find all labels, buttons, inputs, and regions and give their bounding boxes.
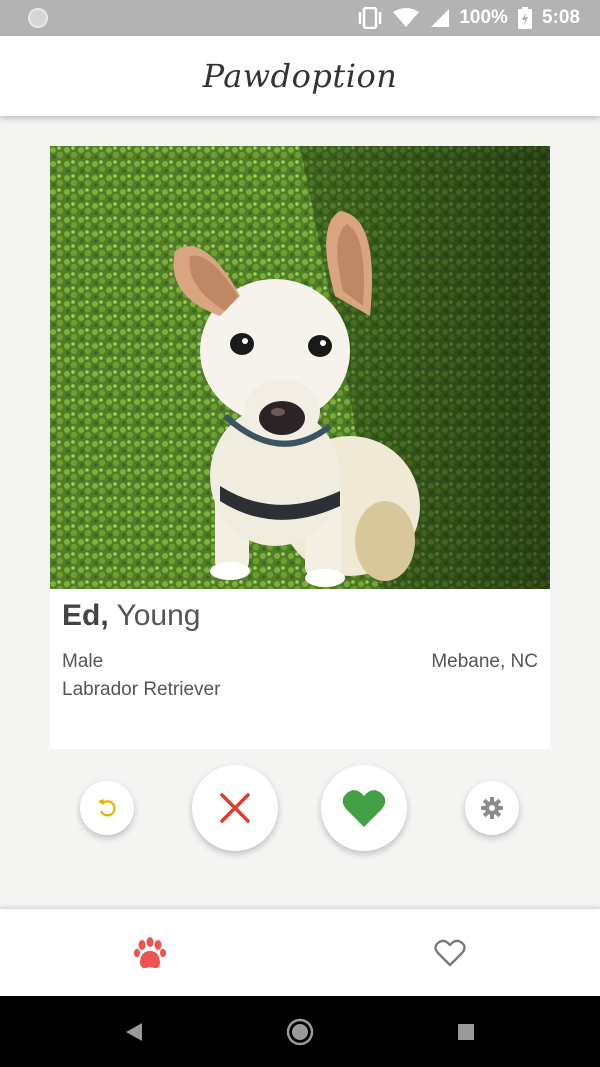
pet-gender: Male [62, 651, 104, 672]
notification-dot-icon [28, 8, 48, 28]
signal-icon [431, 9, 450, 27]
vibrate-icon [359, 7, 382, 29]
system-back-button[interactable] [94, 996, 174, 1067]
close-icon [220, 793, 250, 823]
main-content: Ed, Young Male Mebane, NC Labrador Retri… [0, 116, 600, 908]
nav-item-browse[interactable] [0, 909, 300, 997]
back-triangle-icon [126, 1022, 142, 1041]
like-button[interactable] [321, 765, 407, 851]
status-time: 5:08 [541, 7, 580, 28]
status-right: 100% 5:08 [357, 7, 580, 29]
battery-percent: 100% [459, 7, 508, 28]
system-recents-button[interactable] [426, 996, 506, 1067]
app-header: Pawdoption [0, 36, 600, 116]
pet-card[interactable]: Ed, Young Male Mebane, NC Labrador Retri… [50, 146, 550, 749]
paw-icon [134, 937, 166, 969]
status-bar: 100% 5:08 [0, 0, 600, 36]
nav-item-favorites[interactable] [300, 909, 600, 997]
pet-location: Mebane, NC [431, 651, 538, 672]
undo-button[interactable] [80, 781, 134, 835]
pet-photo [50, 146, 550, 589]
home-circle-icon [286, 1018, 314, 1045]
recents-square-icon [458, 1023, 474, 1040]
pet-info: Ed, Young Male Mebane, NC Labrador Retri… [62, 599, 538, 701]
system-home-button[interactable] [260, 996, 340, 1067]
gear-icon [481, 797, 503, 819]
heart-icon [342, 790, 386, 827]
pet-name: Ed, [62, 599, 109, 632]
battery-charging-icon [517, 7, 532, 29]
pet-age: Young [116, 599, 201, 632]
bottom-nav [0, 908, 600, 996]
system-nav-bar [0, 996, 600, 1067]
settings-button[interactable] [465, 781, 519, 835]
pet-detail-row: Male Mebane, NC [62, 651, 538, 673]
heart-outline-icon [434, 939, 466, 967]
app-title: Pawdoption [202, 57, 398, 95]
reject-button[interactable] [192, 765, 278, 851]
wifi-icon [393, 8, 420, 27]
pet-name-line: Ed, Young [62, 599, 538, 633]
pet-breed: Labrador Retriever [62, 679, 221, 700]
undo-icon [98, 799, 116, 817]
